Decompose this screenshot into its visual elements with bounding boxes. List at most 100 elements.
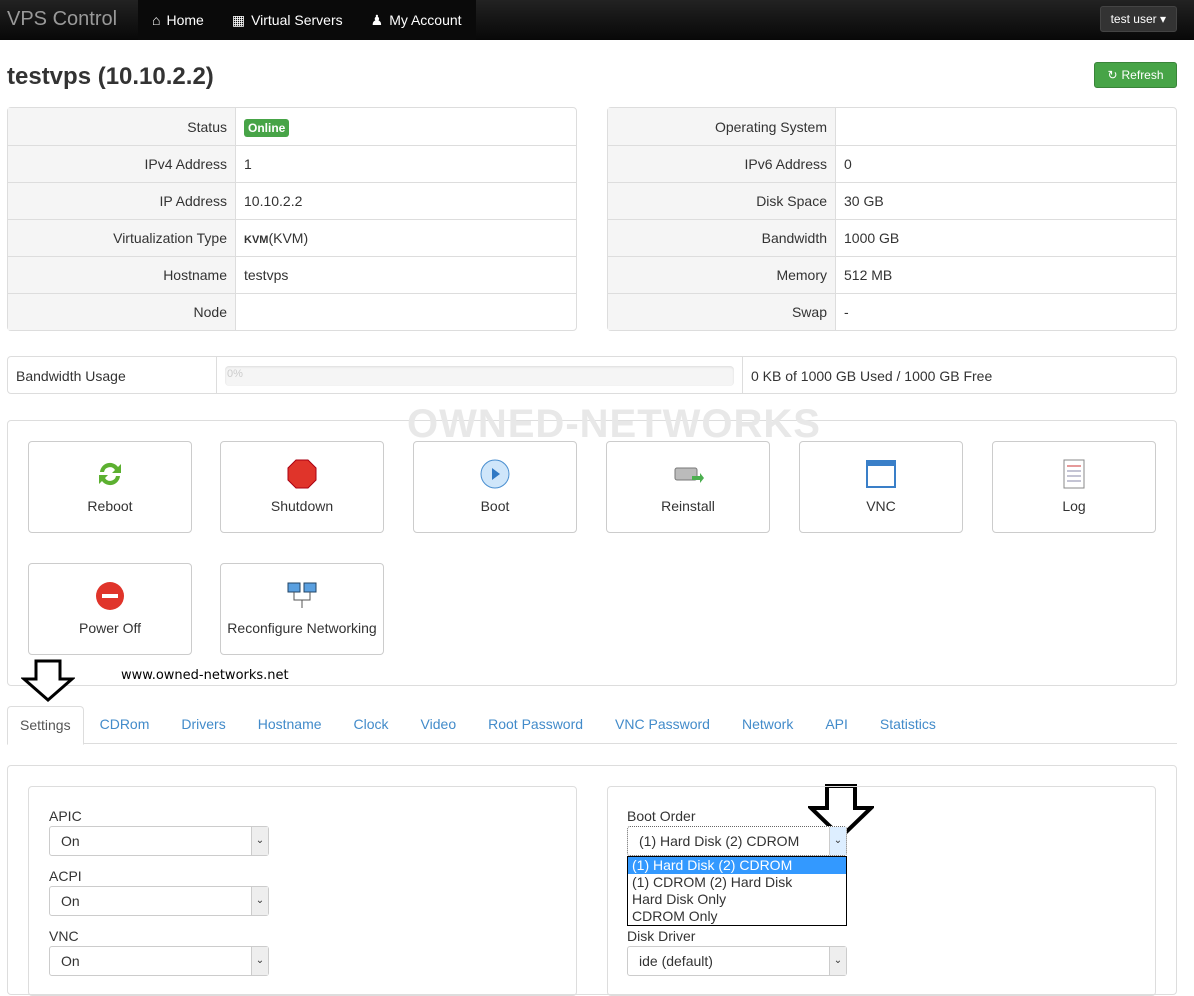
boot-order-option[interactable]: (1) Hard Disk (2) CDROM — [628, 857, 846, 874]
apic-select[interactable]: On ⌄ — [49, 826, 269, 856]
status-badge: Online — [244, 118, 290, 137]
nav-virtual-servers[interactable]: ▦ Virtual Servers — [218, 0, 357, 40]
tab-drivers[interactable]: Drivers — [165, 706, 241, 744]
chevron-down-icon: ⌄ — [251, 887, 268, 915]
boot-order-select[interactable]: (1) Hard Disk (2) CDROM ⌄ — [627, 826, 847, 856]
hard-drive-icon — [607, 456, 769, 492]
user-name: test user — [1110, 12, 1157, 26]
reconfigure-networking-button[interactable]: Reconfigure Networking — [220, 563, 384, 655]
boot-order-value: (1) Hard Disk (2) CDROM — [639, 833, 800, 849]
info-label: IPv6 Address — [608, 145, 836, 182]
nav-label: Home — [166, 12, 204, 28]
action-label: Power Off — [79, 620, 141, 636]
action-label: Reinstall — [661, 498, 715, 514]
vnc-select[interactable]: On ⌄ — [49, 946, 269, 976]
home-icon: ⌂ — [152, 12, 161, 28]
acpi-select[interactable]: On ⌄ — [49, 886, 269, 916]
info-value — [836, 108, 1176, 145]
stop-sign-icon — [221, 456, 383, 492]
boot-order-label: Boot Order — [627, 808, 696, 824]
chevron-down-icon: ⌄ — [829, 827, 846, 855]
brand[interactable]: VPS Control — [7, 8, 117, 31]
tab-clock[interactable]: Clock — [338, 706, 405, 744]
shutdown-button[interactable]: Shutdown — [220, 441, 384, 533]
tab-network[interactable]: Network — [726, 706, 809, 744]
tab-cdrom[interactable]: CDRom — [84, 706, 166, 744]
no-entry-icon — [29, 578, 191, 614]
info-value: 0 — [836, 145, 1176, 182]
info-label: IPv4 Address — [8, 145, 236, 182]
vnc-value: On — [61, 953, 80, 969]
boot-order-option[interactable]: CDROM Only — [628, 908, 846, 925]
nav-home[interactable]: ⌂ Home — [138, 0, 218, 40]
action-label: VNC — [866, 498, 896, 514]
tab-root-password[interactable]: Root Password — [472, 706, 599, 744]
user-icon: ♟ — [370, 11, 384, 28]
nav-label: Virtual Servers — [251, 12, 343, 28]
server-info-left: Status Online IPv4 Address 1 IP Address 10.… — [7, 107, 577, 331]
vnc-label: VNC — [49, 928, 79, 944]
boot-order-option[interactable]: (1) CDROM (2) Hard Disk — [628, 874, 846, 891]
action-label: Boot — [480, 498, 510, 514]
disk-driver-value: ide (default) — [639, 953, 713, 969]
action-label: Shutdown — [270, 498, 334, 514]
bandwidth-summary: 0 KB of 1000 GB Used / 1000 GB Free — [751, 368, 993, 384]
info-label: Virtualization Type — [8, 219, 236, 256]
info-value: (KVM) — [268, 230, 309, 246]
window-icon — [800, 456, 962, 492]
refresh-label: Refresh — [1121, 68, 1164, 82]
vnc-button[interactable]: VNC — [799, 441, 963, 533]
tab-video[interactable]: Video — [405, 706, 473, 744]
user-menu[interactable]: test user ▾ — [1099, 6, 1177, 32]
tab-vnc-password[interactable]: VNC Password — [599, 706, 726, 744]
grid-icon: ▦ — [231, 11, 246, 28]
acpi-value: On — [61, 893, 80, 909]
action-label: Log — [1062, 498, 1086, 514]
caret-down-icon: ▾ — [1159, 12, 1166, 26]
kvm-logo: KVM — [244, 234, 269, 246]
info-label: Bandwidth — [608, 219, 836, 256]
apic-label: APIC — [49, 808, 82, 824]
info-label: Node — [8, 293, 236, 330]
tab-statistics[interactable]: Statistics — [864, 706, 952, 744]
power-off-button[interactable]: Power Off — [28, 563, 192, 655]
info-value: 1000 GB — [836, 219, 1176, 256]
page-title: testvps (10.10.2.2) — [7, 63, 214, 90]
info-value: 1 — [236, 145, 576, 182]
refresh-button[interactable]: ↻ Refresh — [1094, 62, 1177, 88]
tab-hostname[interactable]: Hostname — [242, 706, 338, 744]
network-icon — [221, 578, 383, 614]
info-value: testvps — [236, 256, 576, 293]
bandwidth-progress-bar: 0% — [225, 366, 734, 386]
nav-label: My Account — [389, 12, 462, 28]
info-label: Hostname — [8, 256, 236, 293]
info-label: Disk Space — [608, 182, 836, 219]
settings-tabs: Settings CDRom Drivers Hostname Clock Vi… — [7, 706, 1177, 745]
chevron-down-icon: ⌄ — [251, 947, 268, 975]
chevron-down-icon: ⌄ — [251, 827, 268, 855]
disk-driver-select[interactable]: ide (default) ⌄ — [627, 946, 847, 976]
play-icon — [414, 456, 576, 492]
reinstall-button[interactable]: Reinstall — [606, 441, 770, 533]
server-info-right: Operating System IPv6 Address 0 Disk Spac… — [607, 107, 1177, 331]
site-url: www.owned-networks.net — [121, 668, 289, 683]
boot-order-option[interactable]: Hard Disk Only — [628, 891, 846, 908]
nav-my-account[interactable]: ♟ My Account — [357, 0, 476, 40]
chevron-down-icon: ⌄ — [829, 947, 846, 975]
apic-value: On — [61, 833, 80, 849]
log-button[interactable]: Log — [992, 441, 1156, 533]
notepad-icon — [993, 456, 1155, 492]
info-label: Memory — [608, 256, 836, 293]
boot-order-dropdown: (1) Hard Disk (2) CDROM (1) CDROM (2) Ha… — [627, 856, 847, 926]
refresh-icon: ↻ — [1107, 68, 1118, 82]
tab-settings[interactable]: Settings — [7, 706, 84, 745]
info-label: IP Address — [8, 182, 236, 219]
reboot-button[interactable]: Reboot — [28, 441, 192, 533]
info-value: 10.10.2.2 — [236, 182, 576, 219]
arrow-down-icon — [21, 659, 75, 702]
info-label: Operating System — [608, 108, 836, 145]
info-label: Swap — [608, 293, 836, 330]
tab-api[interactable]: API — [809, 706, 864, 744]
action-label: Reconfigure Networking — [227, 620, 377, 636]
boot-button[interactable]: Boot — [413, 441, 577, 533]
